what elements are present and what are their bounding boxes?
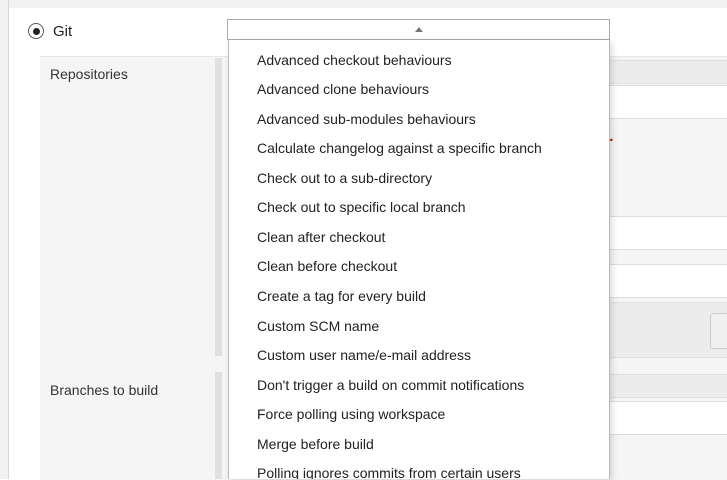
menu-item-clean-before-checkout[interactable]: Clean before checkout bbox=[257, 258, 397, 274]
menu-item-checkout-local-branch[interactable]: Check out to specific local branch bbox=[257, 199, 466, 215]
repository-url-field[interactable] bbox=[608, 85, 727, 119]
additional-behaviours-dropdown: Advanced checkout behaviours Advanced cl… bbox=[228, 40, 610, 479]
branches-group-bar bbox=[215, 372, 222, 479]
branches-to-build-label: Branches to build bbox=[50, 382, 159, 398]
menu-item-merge-before-build[interactable]: Merge before build bbox=[257, 436, 374, 452]
repository-header-strip bbox=[608, 60, 727, 84]
menu-item-custom-user-email[interactable]: Custom user name/e-mail address bbox=[257, 347, 471, 363]
repository-name-field[interactable] bbox=[608, 264, 727, 298]
menu-item-force-polling[interactable]: Force polling using workspace bbox=[257, 406, 445, 422]
menu-item-dont-trigger-build[interactable]: Don't trigger a build on commit notifica… bbox=[257, 377, 524, 393]
page-top-strip bbox=[9, 0, 727, 8]
repositories-group-bar bbox=[215, 58, 222, 356]
menu-item-polling-ignores-users[interactable]: Polling ignores commits from certain use… bbox=[257, 465, 521, 479]
menu-item-advanced-clone[interactable]: Advanced clone behaviours bbox=[257, 81, 429, 97]
menu-item-calculate-changelog[interactable]: Calculate changelog against a specific b… bbox=[257, 140, 542, 156]
chevron-up-icon bbox=[414, 27, 423, 32]
menu-item-clean-after-checkout[interactable]: Clean after checkout bbox=[257, 229, 385, 245]
branch-specifier-field[interactable] bbox=[608, 401, 727, 435]
repository-action-button[interactable] bbox=[710, 313, 727, 349]
branch-header-strip bbox=[608, 374, 727, 398]
menu-item-create-tag[interactable]: Create a tag for every build bbox=[257, 288, 426, 304]
git-radio-button[interactable] bbox=[28, 23, 44, 39]
menu-item-advanced-checkout[interactable]: Advanced checkout behaviours bbox=[257, 52, 452, 68]
git-radio-label: Git bbox=[53, 22, 73, 40]
menu-item-custom-scm-name[interactable]: Custom SCM name bbox=[257, 318, 379, 334]
credentials-field[interactable] bbox=[608, 216, 727, 250]
menu-item-checkout-subdirectory[interactable]: Check out to a sub-directory bbox=[257, 170, 432, 186]
menu-item-advanced-submodules[interactable]: Advanced sub-modules behaviours bbox=[257, 111, 476, 127]
page-left-border bbox=[0, 0, 9, 479]
git-radio-option[interactable]: Git bbox=[28, 20, 72, 42]
radio-selected-dot bbox=[32, 27, 40, 35]
additional-behaviours-select[interactable] bbox=[227, 19, 610, 40]
repositories-label: Repositories bbox=[50, 66, 128, 82]
